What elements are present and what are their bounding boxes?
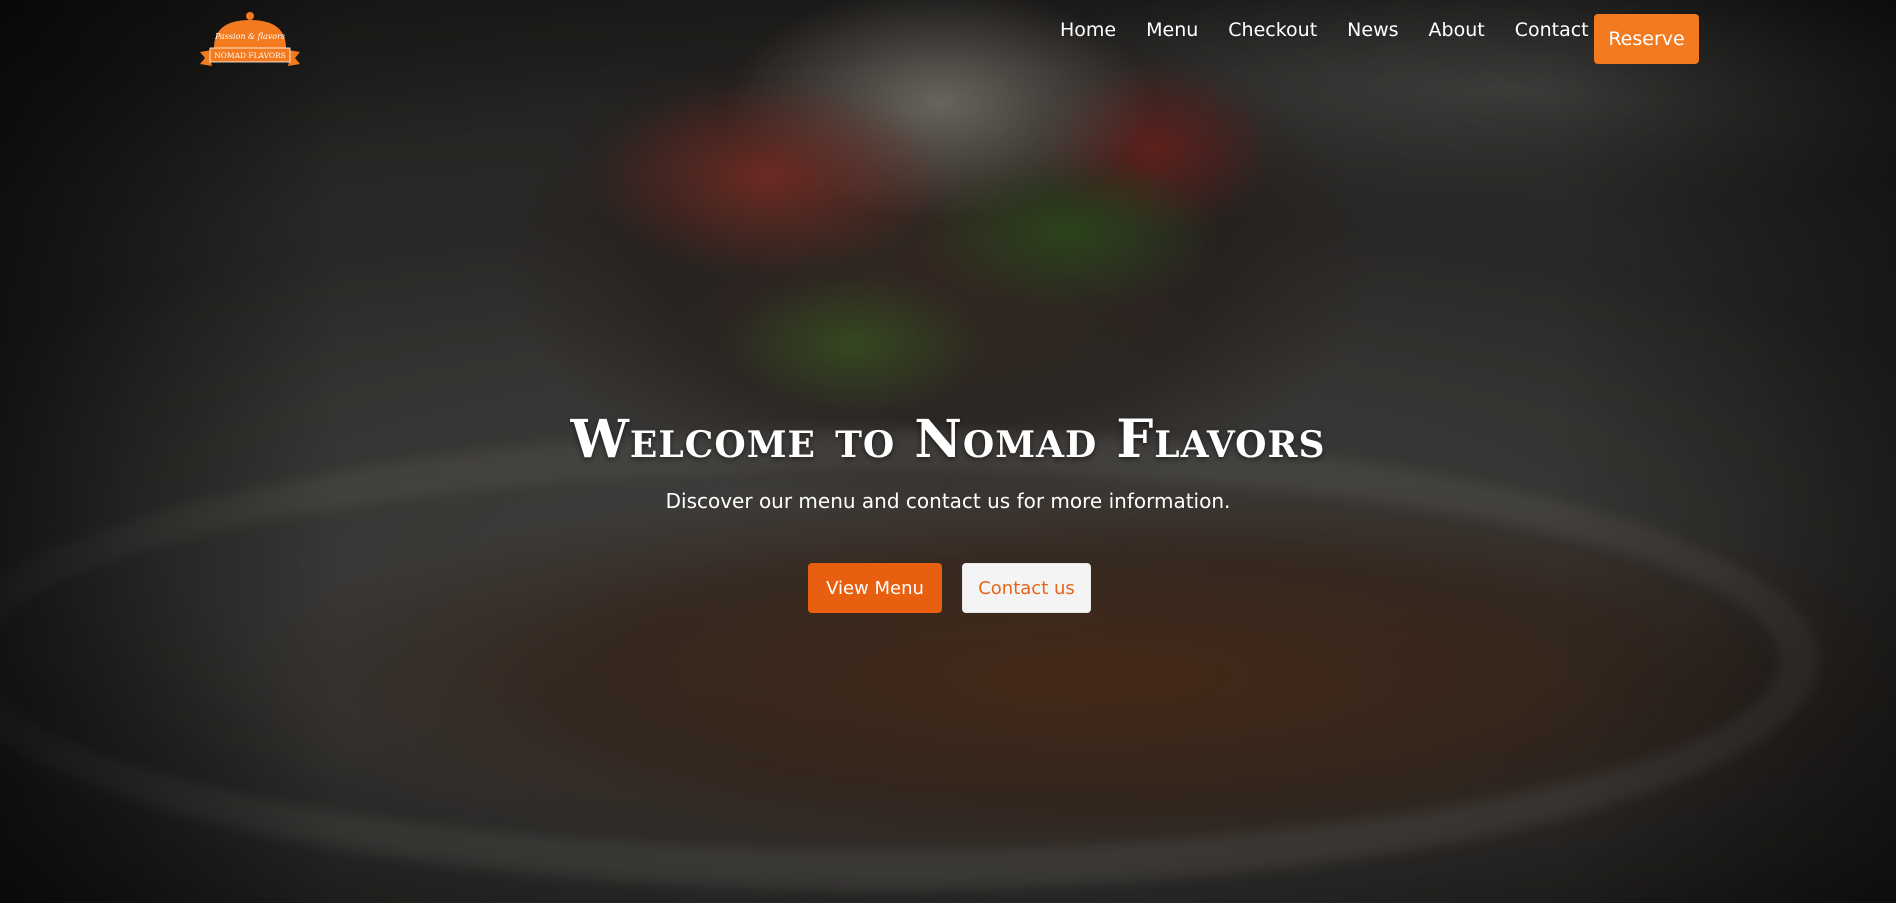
nav-menu[interactable]: Menu	[1146, 16, 1198, 44]
nav-checkout[interactable]: Checkout	[1228, 16, 1317, 44]
site-header: Passion & flavors NOMAD FLAVORS Home Men…	[0, 0, 1896, 80]
nav-home[interactable]: Home	[1060, 16, 1116, 44]
logo-tagline: Passion & flavors	[214, 32, 285, 41]
contact-us-button[interactable]: Contact us	[962, 563, 1091, 613]
hero-title: Welcome to Nomad Flavors	[570, 409, 1326, 470]
nav-contact[interactable]: Contact	[1515, 16, 1589, 44]
hero-subtitle: Discover our menu and contact us for mor…	[665, 489, 1231, 513]
logo-name: NOMAD FLAVORS	[214, 51, 286, 60]
hero-section: Welcome to Nomad Flavors Discover our me…	[0, 400, 1896, 516]
reserve-button[interactable]: Reserve	[1594, 14, 1699, 64]
view-menu-button[interactable]: View Menu	[808, 563, 942, 613]
cloche-logo-icon: Passion & flavors NOMAD FLAVORS	[200, 12, 300, 66]
main-nav: Home Menu Checkout News About Contact	[1060, 16, 1589, 44]
hero-button-group: View Menu Contact us	[808, 563, 1091, 613]
nav-about[interactable]: About	[1429, 16, 1485, 44]
logo-link[interactable]: Passion & flavors NOMAD FLAVORS	[200, 10, 300, 70]
nav-news[interactable]: News	[1347, 16, 1398, 44]
